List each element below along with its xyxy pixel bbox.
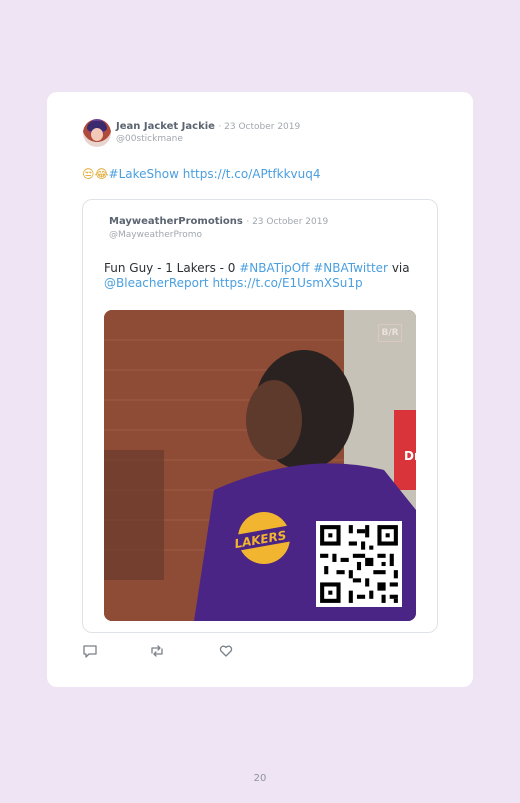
qr-code	[316, 521, 402, 607]
emoji: 😒😂	[82, 167, 109, 181]
quoted-tweet-date: · 23 October 2019	[246, 217, 329, 227]
page-number: 20	[253, 773, 267, 784]
hashtag-link[interactable]: #NBATwitter	[313, 261, 388, 275]
author-handle[interactable]: @00stickmane	[116, 134, 183, 144]
media-image[interactable]: Dr LAKERS B/R	[104, 310, 416, 621]
author-name[interactable]: Jean Jacket Jackie · 23 October 2019	[116, 121, 300, 132]
reply-button[interactable]	[82, 643, 98, 659]
heart-icon	[219, 645, 233, 657]
bleacher-report-logo: B/R	[378, 324, 402, 342]
like-button[interactable]	[218, 643, 234, 659]
tweet-card: Jean Jacket Jackie · 23 October 2019 @00…	[47, 92, 473, 687]
retweet-button[interactable]	[149, 643, 165, 659]
quoted-author-name[interactable]: MayweatherPromotions · 23 October 2019	[109, 216, 429, 227]
quoted-tweet[interactable]: MayweatherPromotions · 23 October 2019 @…	[82, 199, 438, 633]
tweet-date: · 23 October 2019	[218, 122, 301, 132]
tweet-links[interactable]: #LakeShow https://t.co/APtfkkvuq4	[109, 167, 321, 181]
mention-link[interactable]: @BleacherReport	[104, 276, 209, 290]
tweet-header: Jean Jacket Jackie · 23 October 2019 @00…	[83, 119, 443, 149]
quoted-author-handle[interactable]: @MayweatherPromo	[109, 230, 429, 240]
url-link[interactable]: https://t.co/E1UsmXSu1p	[212, 276, 362, 290]
hashtag-link[interactable]: #NBATipOff	[239, 261, 309, 275]
avatar[interactable]	[83, 119, 111, 147]
tweet-actions	[82, 643, 242, 659]
quoted-tweet-text: Fun Guy - 1 Lakers - 0 #NBATipOff #NBATw…	[104, 261, 410, 290]
speech-bubble-icon	[83, 645, 97, 658]
svg-text:Dr: Dr	[404, 449, 416, 463]
tweet-text: 😒😂#LakeShow https://t.co/APtfkkvuq4	[82, 167, 320, 181]
retweet-icon	[151, 645, 163, 657]
quoted-tweet-header: MayweatherPromotions · 23 October 2019 @…	[109, 216, 429, 240]
